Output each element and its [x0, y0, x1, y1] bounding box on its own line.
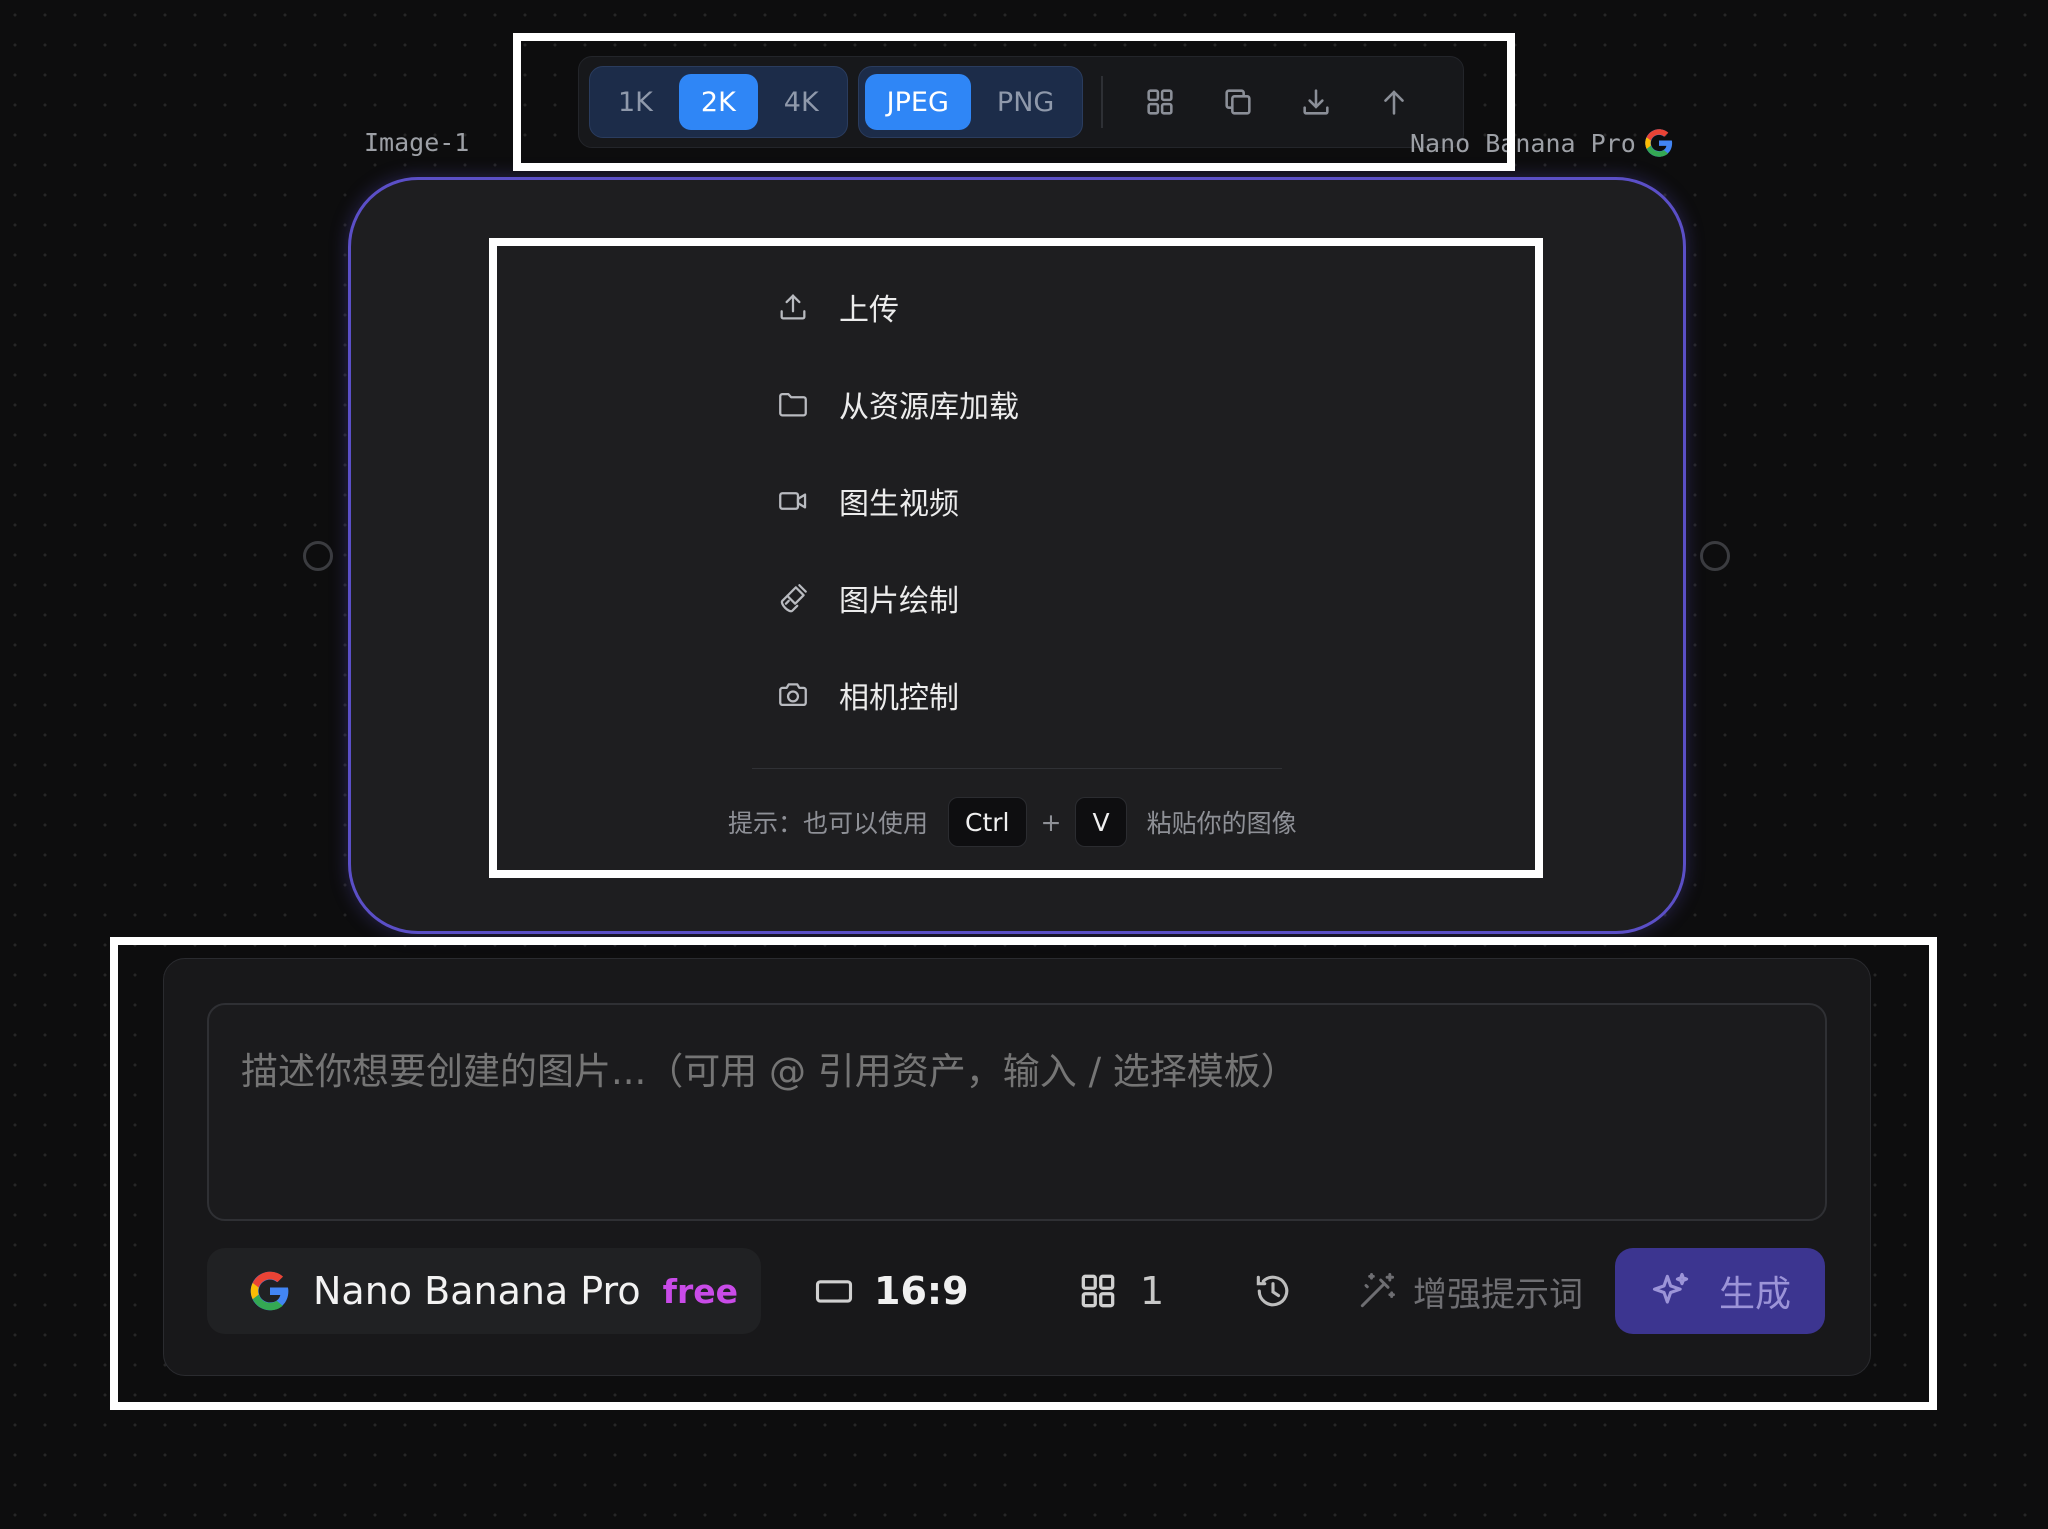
google-icon — [1645, 129, 1672, 157]
highlight-box-prompt — [110, 937, 1937, 1410]
highlight-box-toolbar — [513, 33, 1515, 171]
node-title: Image-1 — [364, 128, 470, 157]
output-connection-handle[interactable] — [1700, 541, 1730, 571]
highlight-box-menu — [489, 238, 1543, 878]
input-connection-handle[interactable] — [303, 541, 333, 571]
